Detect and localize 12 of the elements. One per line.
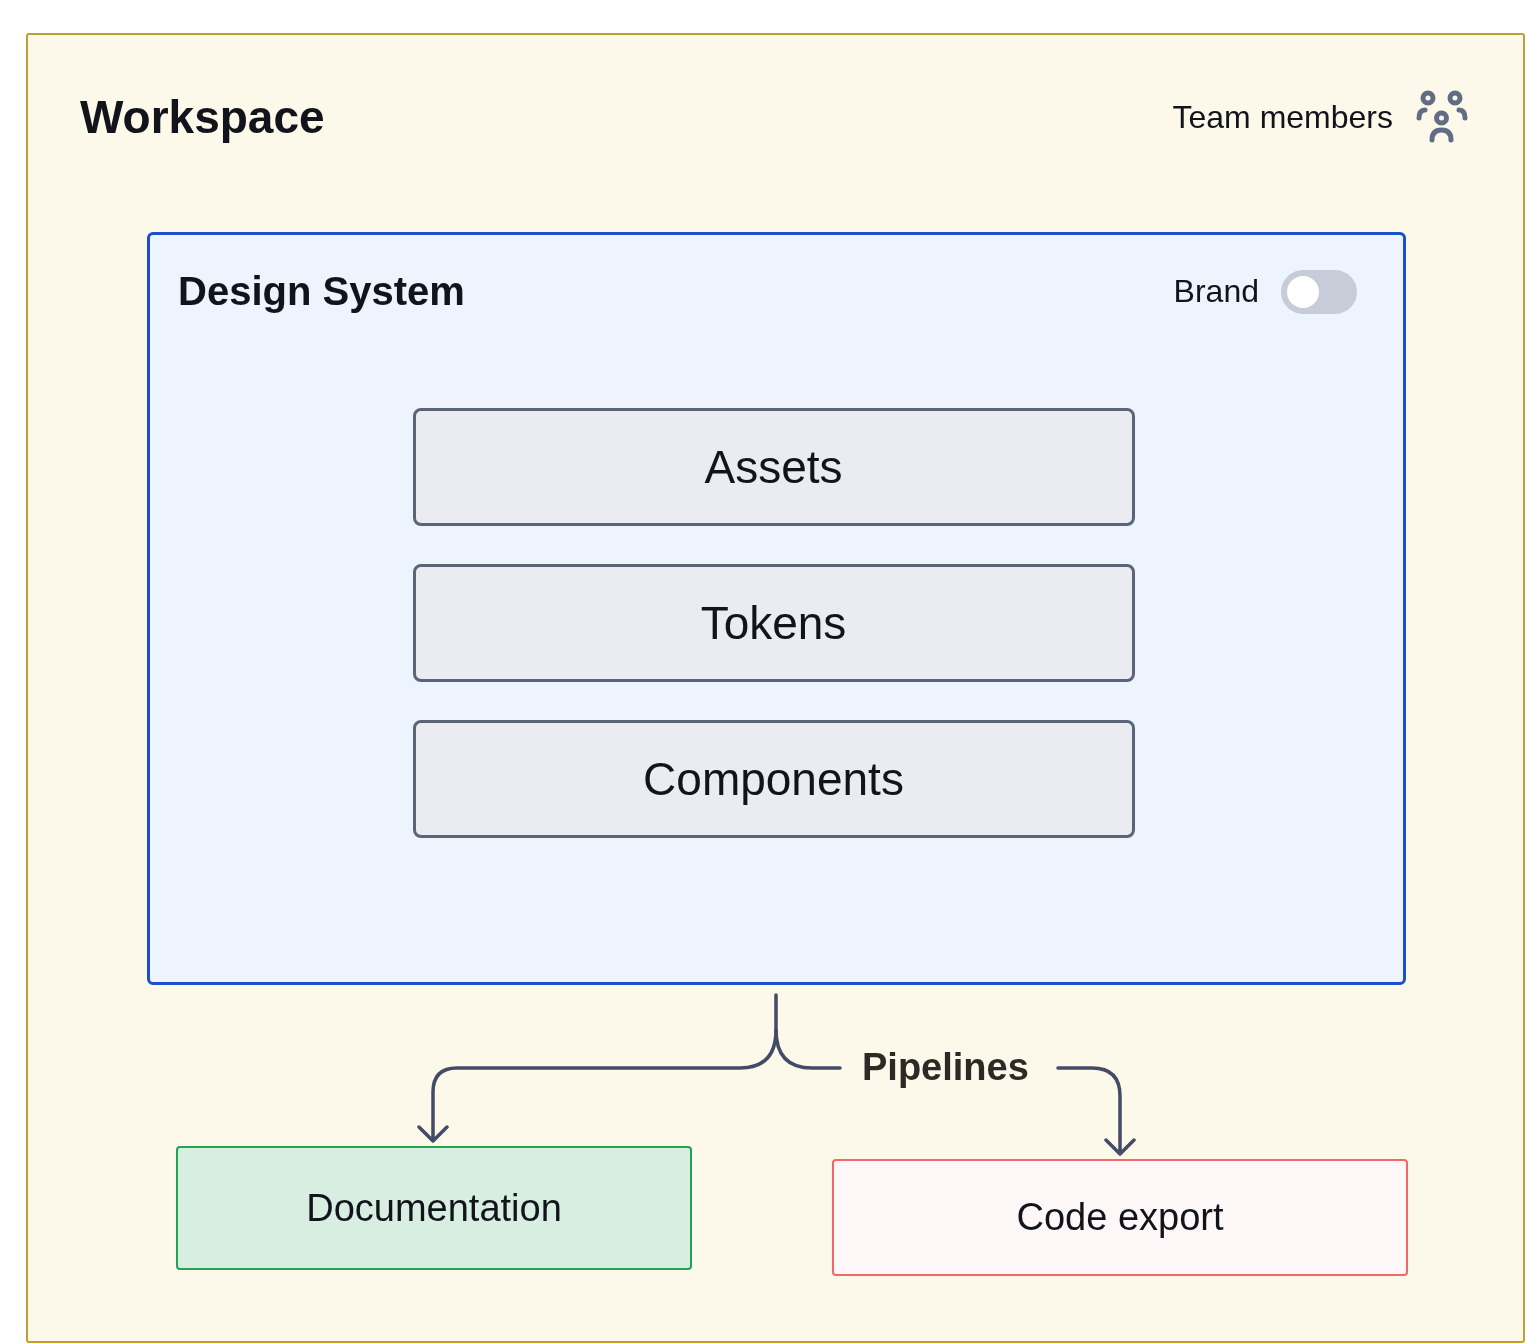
- pipelines-label: Pipelines: [862, 1046, 1029, 1089]
- brand-toggle[interactable]: [1281, 269, 1357, 314]
- layer-block: Components: [412, 720, 1135, 838]
- layer-block: Assets: [412, 408, 1135, 526]
- design-system-title: Design System: [178, 269, 465, 314]
- brand-label: Brand: [1173, 273, 1259, 310]
- people-group-icon[interactable]: [1415, 90, 1469, 144]
- workspace-title: Workspace: [80, 90, 325, 144]
- output-block: Documentation: [176, 1146, 692, 1270]
- team-members-label: Team members: [1172, 98, 1393, 136]
- layer-block: Tokens: [412, 564, 1135, 682]
- output-block: Code export: [832, 1159, 1408, 1276]
